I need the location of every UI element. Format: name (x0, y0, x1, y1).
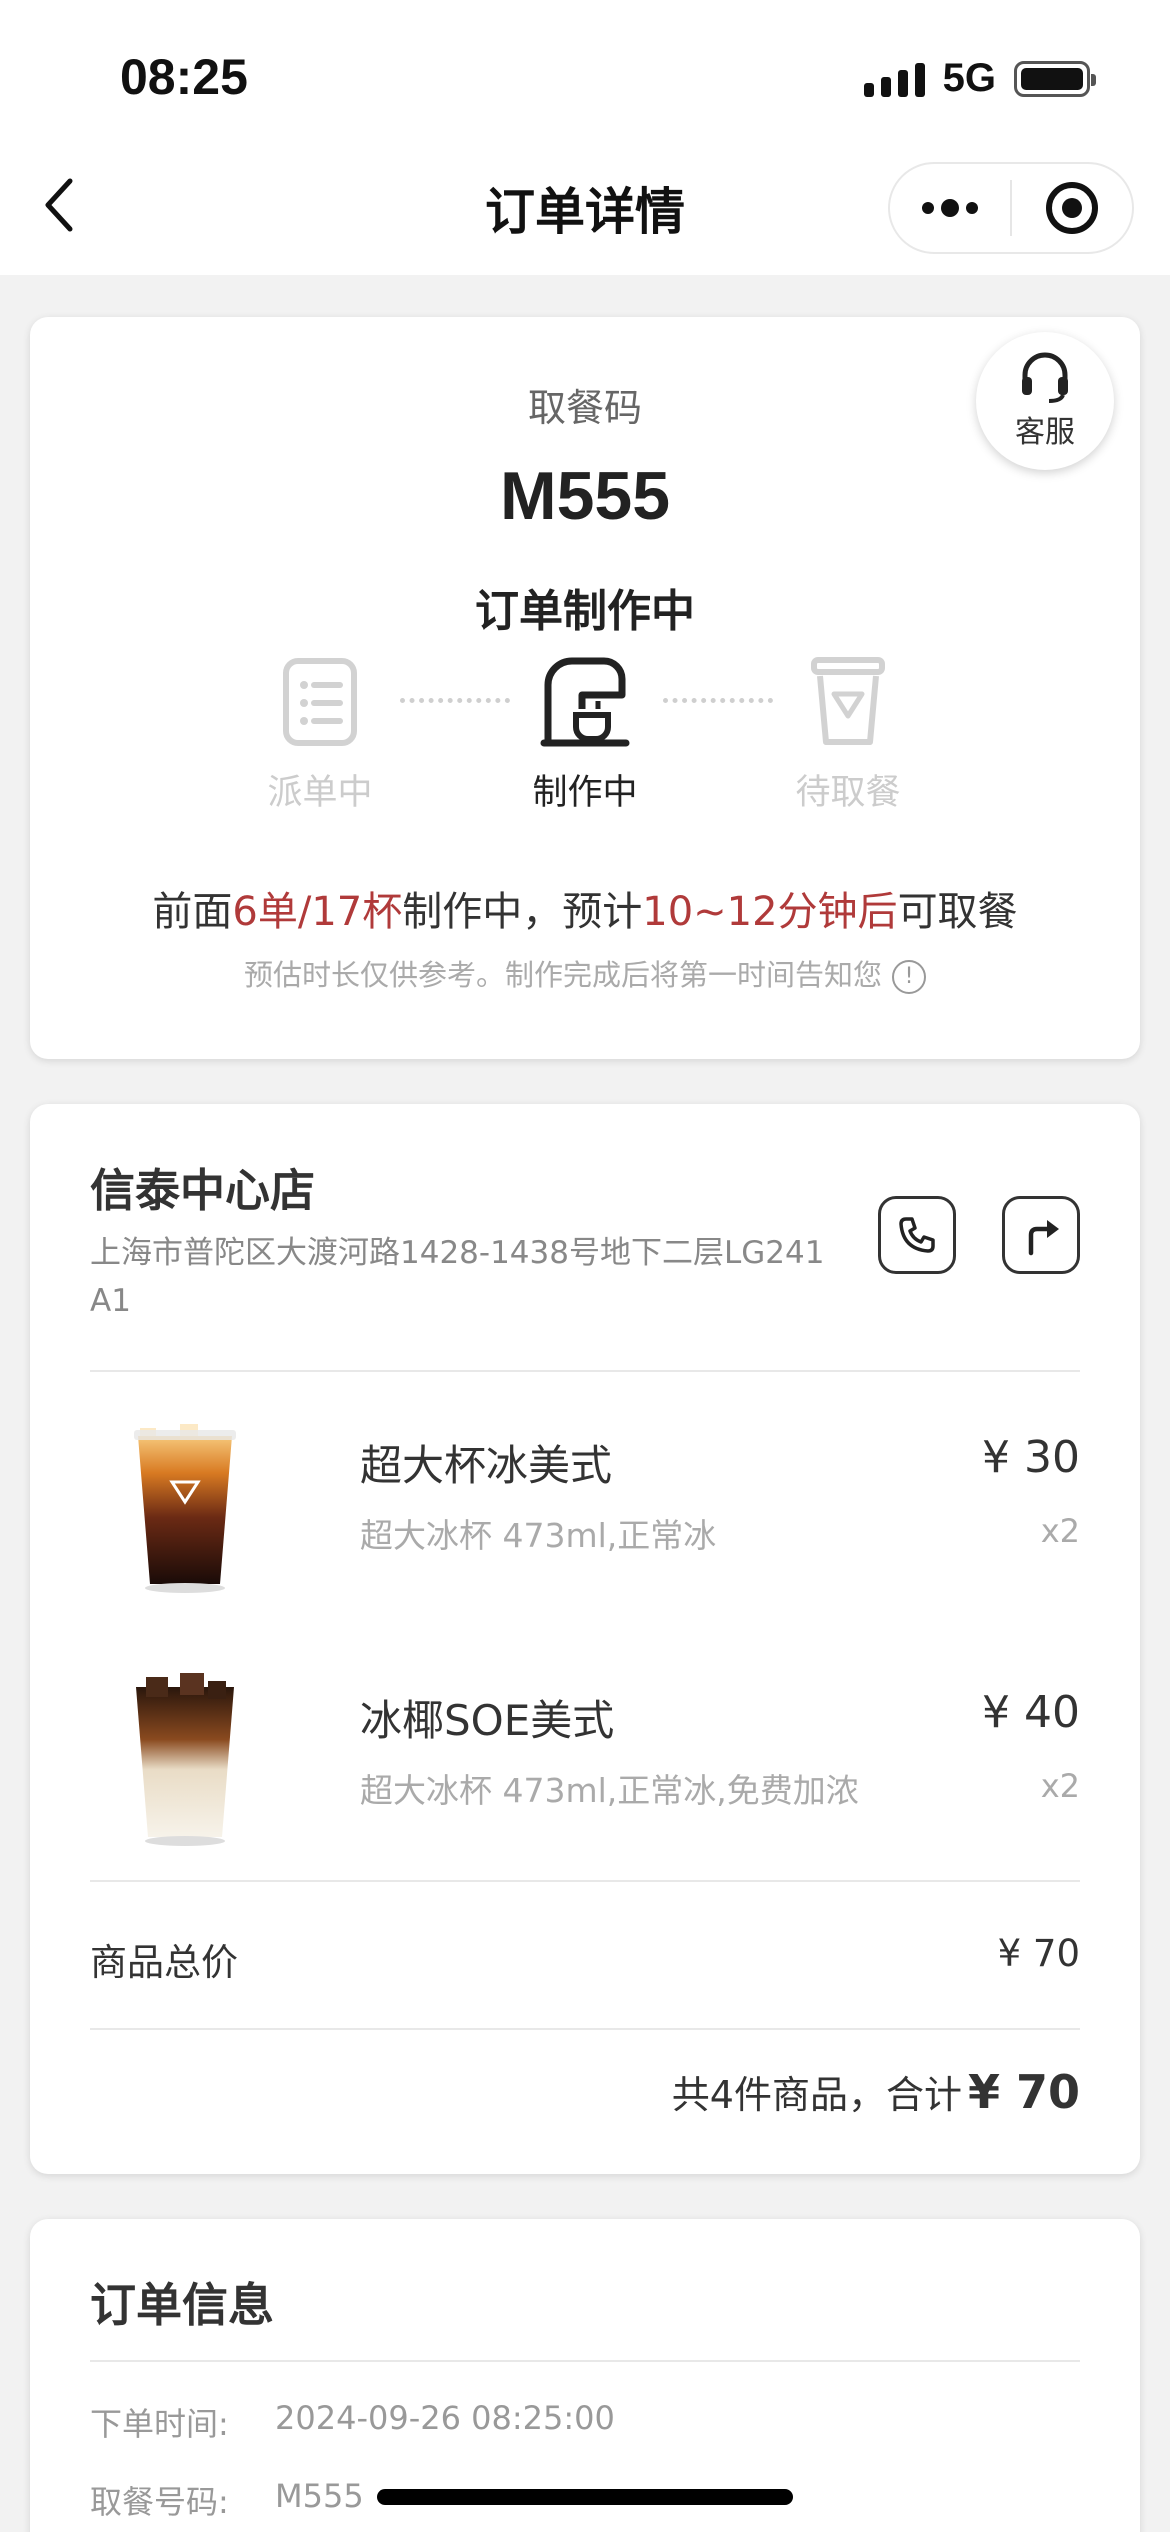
signal-icon (863, 61, 925, 97)
pickup-code-label: 取餐码 (527, 386, 642, 430)
item-name: 超大杯冰美式 (360, 1441, 613, 1490)
item-quantity: x2 (1040, 1512, 1080, 1550)
divider (90, 1370, 1080, 1372)
call-store-button[interactable] (878, 1196, 956, 1274)
close-program-button[interactable] (1012, 164, 1132, 252)
order-info-title: 订单信息 (90, 2278, 274, 2332)
order-total: 共4件商品，合计 ¥ 70 (672, 2064, 1080, 2119)
pickup-status-card: 客服 取餐码 M555 订单制作中 派单中 制作中 待取餐 前面6单/17杯制作… (30, 317, 1140, 1059)
subtotal-label: 商品总价 (90, 1941, 238, 1984)
estimate-hint-text: 预估时长仅供参考。制作完成后将第一时间告知您 (243, 958, 882, 992)
status-bar: 08:25 5G (0, 0, 1170, 150)
divider (90, 2028, 1080, 2030)
total-prefix: 共4件商品，合计 (671, 2073, 962, 2117)
item-spec: 超大冰杯 473ml,正常冰,免费加浓 (360, 1771, 859, 1810)
more-button[interactable] (890, 164, 1010, 252)
step-label: 制作中 (532, 773, 638, 813)
pickup-number-label: 取餐号码: (90, 2483, 229, 2521)
status-indicators: 5G (863, 56, 1096, 101)
navigate-button[interactable] (1002, 1196, 1080, 1274)
store-name: 信泰中心店 (90, 1164, 316, 1217)
order-list-icon (283, 658, 357, 746)
coffee-machine-icon (540, 657, 630, 747)
item-name: 冰椰SOE美式 (360, 1696, 615, 1745)
queue-status-text: 前面6单/17杯制作中，预计10~12分钟后可取餐 (30, 879, 1140, 937)
step-ready: 待取餐 (748, 652, 948, 815)
directions-icon (1028, 1220, 1059, 1256)
iced-americano-image (134, 1424, 236, 1593)
network-type: 5G (942, 56, 996, 100)
order-status: 订单制作中 (475, 586, 695, 637)
store-address: 上海市普陀区大渡河路1428-1438号地下二层LG241 A1 (90, 1235, 825, 1319)
queue-middle: 制作中，预计 (402, 889, 643, 935)
divider (90, 2360, 1080, 2362)
subtotal-value: ¥ 70 (997, 1932, 1080, 1975)
queue-prefix: 前面 (152, 889, 233, 935)
pickup-number-row: 取餐号码: M555 (90, 2477, 364, 2523)
divider (90, 1880, 1080, 1882)
home-indicator[interactable] (377, 2489, 793, 2505)
step-making: 制作中 (485, 652, 685, 815)
total-amount: ¥ 70 (967, 2065, 1080, 2119)
item-spec: 超大冰杯 473ml,正常冰 (360, 1516, 717, 1555)
item-quantity: x2 (1040, 1767, 1080, 1805)
cup-icon (811, 657, 885, 745)
item-price: ¥ 30 (982, 1432, 1080, 1483)
order-time-value: 2024-09-26 08:25:00 (275, 2399, 615, 2437)
store-order-card: 信泰中心店 上海市普陀区大渡河路1428-1438号地下二层LG241 A1 超… (30, 1104, 1140, 2174)
queue-eta: 10~12分钟后 (642, 889, 898, 935)
order-item: 超大杯冰美式 超大冰杯 473ml,正常冰 ¥ 30 x2 (90, 1404, 1080, 1614)
estimate-hint: 预估时长仅供参考。制作完成后将第一时间告知您! (30, 952, 1140, 994)
navigation-bar: 订单详情 (0, 150, 1170, 275)
more-dots-icon (922, 199, 978, 217)
info-icon[interactable]: ! (892, 960, 926, 994)
queue-suffix: 可取餐 (897, 889, 1018, 935)
order-time-row: 下单时间: 2024-09-26 08:25:00 (90, 2399, 615, 2445)
status-time: 08:25 (120, 49, 248, 105)
mini-program-capsule (888, 162, 1134, 254)
coconut-americano-image (136, 1673, 234, 1846)
step-label: 派单中 (267, 773, 373, 813)
step-dispatching: 派单中 (220, 652, 420, 815)
order-time-label: 下单时间: (90, 2405, 229, 2443)
phone-icon (899, 1217, 935, 1253)
target-circle-icon (1046, 182, 1098, 234)
step-label: 待取餐 (795, 773, 901, 813)
pickup-code: M555 (499, 458, 671, 534)
order-item: 冰椰SOE美式 超大冰杯 473ml,正常冰,免费加浓 ¥ 40 x2 (90, 1659, 1080, 1869)
battery-icon (1014, 60, 1096, 97)
order-info-card: 订单信息 下单时间: 2024-09-26 08:25:00 取餐号码: M55… (30, 2219, 1140, 2532)
item-price: ¥ 40 (982, 1687, 1080, 1738)
pickup-number-value: M555 (275, 2477, 364, 2515)
queue-count: 6单/17杯 (232, 889, 403, 935)
